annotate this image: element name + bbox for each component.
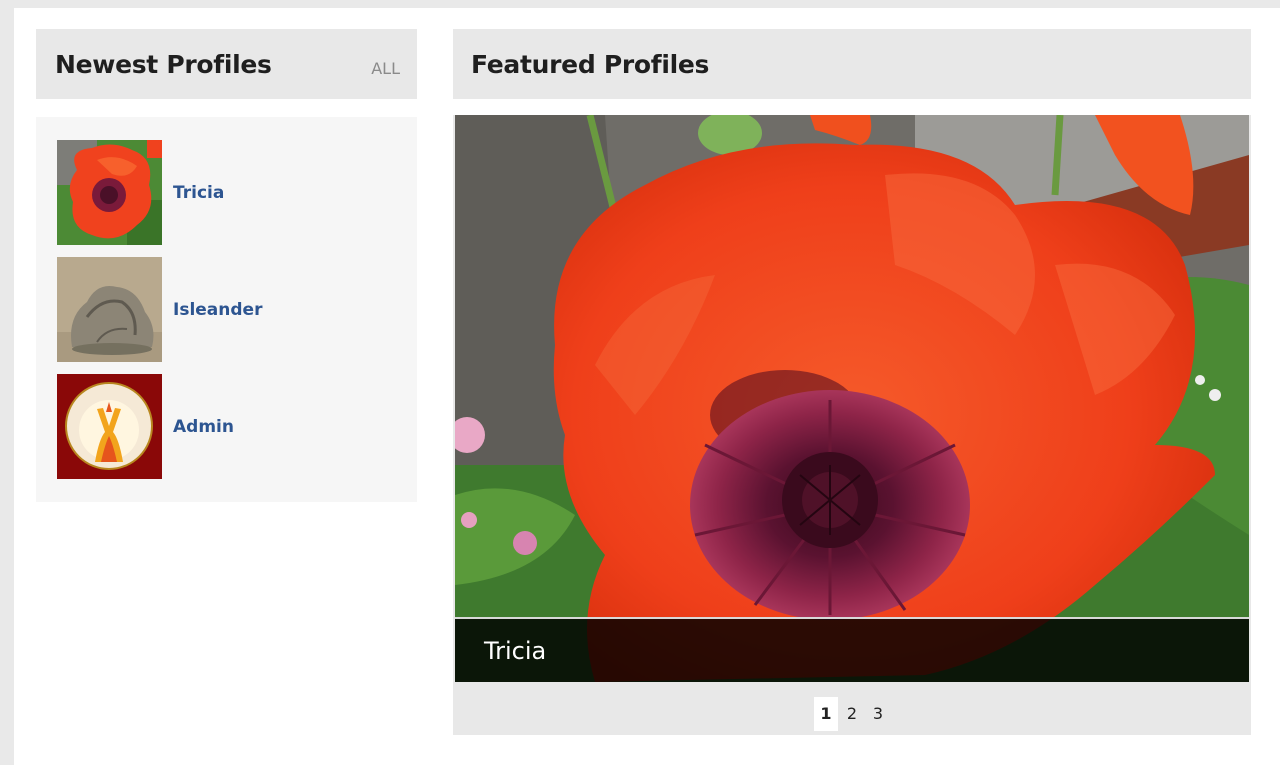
newest-profiles-list: Tricia Isleander Admin [36,117,417,502]
profile-item-isleander[interactable]: Isleander [57,257,262,362]
newest-profiles-title: Newest Profiles [55,50,272,79]
profile-avatar-admin[interactable] [57,374,162,479]
profile-avatar-tricia[interactable] [57,140,162,245]
featured-slider: Tricia 1 2 3 [453,115,1251,735]
profile-name-isleander[interactable]: Isleander [173,300,262,320]
page-button-3[interactable]: 3 [866,697,890,731]
slide-caption: Tricia [455,617,1249,682]
profile-name-admin[interactable]: Admin [173,417,234,437]
page-button-2[interactable]: 2 [840,697,864,731]
slide-caption-name[interactable]: Tricia [484,637,546,665]
profile-item-tricia[interactable]: Tricia [57,140,224,245]
profile-avatar-isleander[interactable] [57,257,162,362]
all-profiles-link[interactable]: ALL [371,59,400,78]
profile-item-admin[interactable]: Admin [57,374,234,479]
featured-profiles-title: Featured Profiles [471,50,710,79]
page-button-1[interactable]: 1 [814,697,838,731]
featured-slide-image[interactable]: Tricia [455,115,1249,682]
profile-name-tricia[interactable]: Tricia [173,183,224,203]
page: Newest Profiles ALL Tricia Isleander Adm… [14,8,1280,765]
newest-profiles-header: Newest Profiles ALL [36,29,417,99]
slider-pagination: 1 2 3 [453,697,1251,731]
featured-profiles-header: Featured Profiles [453,29,1251,99]
